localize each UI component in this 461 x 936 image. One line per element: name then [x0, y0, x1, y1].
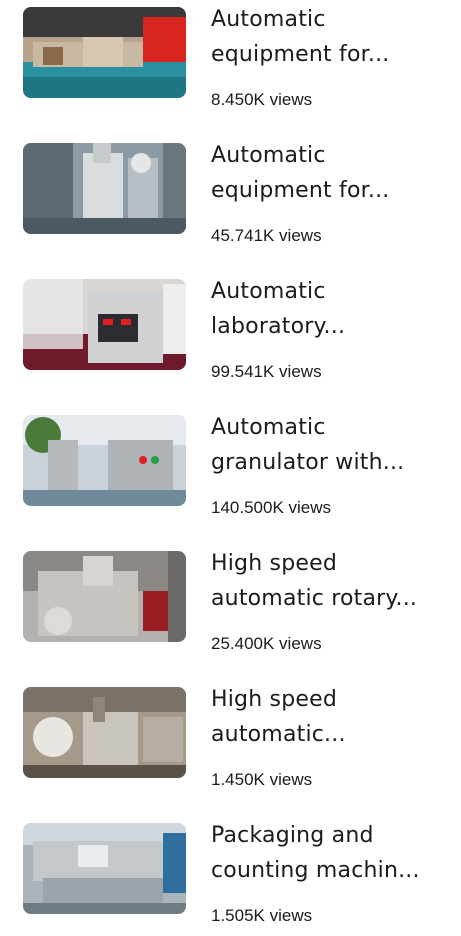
- video-item[interactable]: High speed automatic rotary... 25.400K v…: [0, 544, 461, 664]
- video-title[interactable]: High speed automatic...: [211, 682, 447, 752]
- video-thumbnail[interactable]: [23, 279, 186, 370]
- video-item[interactable]: Automatic granulator with... 140.500K vi…: [0, 408, 461, 528]
- video-thumbnail[interactable]: [23, 823, 186, 914]
- video-title[interactable]: Packaging and counting machin...: [211, 818, 447, 888]
- view-count: 1.450K views: [211, 770, 313, 789]
- view-count: 140.500K views: [211, 498, 332, 517]
- video-item[interactable]: Automatic equipment for... 45.741K views: [0, 136, 461, 256]
- video-title[interactable]: Automatic granulator with...: [211, 410, 447, 480]
- video-list: Automatic equipment for... 8.450K views …: [0, 0, 461, 927]
- video-item[interactable]: Packaging and counting machin... 1.505K …: [0, 816, 461, 936]
- view-count: 8.450K views: [211, 90, 313, 109]
- view-count: 99.541K views: [211, 362, 322, 381]
- view-count: 1.505K views: [211, 906, 313, 925]
- video-thumbnail[interactable]: [23, 7, 186, 98]
- video-thumbnail[interactable]: [23, 415, 186, 506]
- video-title[interactable]: Automatic equipment for...: [211, 138, 447, 208]
- video-thumbnail[interactable]: [23, 687, 186, 778]
- video-thumbnail[interactable]: [23, 551, 186, 642]
- video-thumbnail[interactable]: [23, 143, 186, 234]
- video-item[interactable]: Automatic equipment for... 8.450K views: [0, 0, 461, 120]
- video-title[interactable]: High speed automatic rotary...: [211, 546, 447, 616]
- video-item[interactable]: High speed automatic... 1.450K views: [0, 680, 461, 800]
- video-title[interactable]: Automatic laboratory...: [211, 274, 447, 344]
- video-item[interactable]: Automatic laboratory... 99.541K views: [0, 272, 461, 392]
- view-count: 25.400K views: [211, 634, 322, 653]
- video-title[interactable]: Automatic equipment for...: [211, 2, 447, 72]
- view-count: 45.741K views: [211, 226, 322, 245]
